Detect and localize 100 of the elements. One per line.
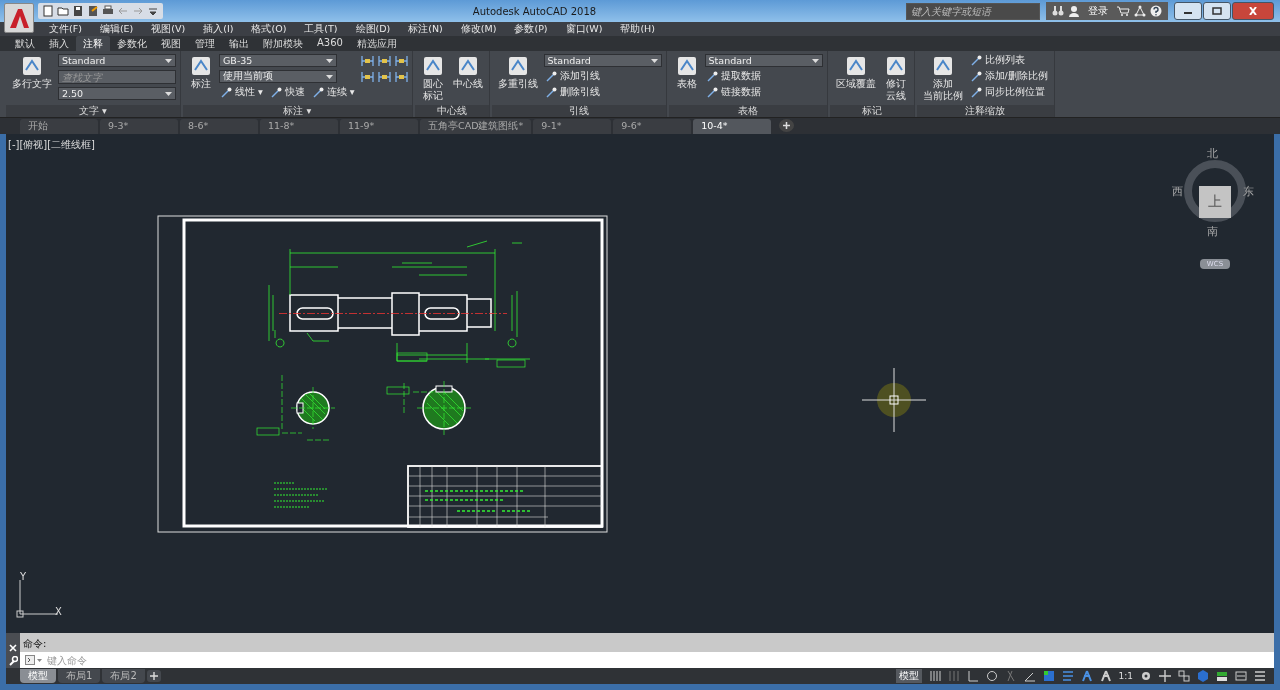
close-icon[interactable] [9,644,17,652]
dimension-tool-icon[interactable] [394,54,408,67]
model-space-button[interactable]: 模型 [895,669,922,683]
clean-screen-icon[interactable] [1235,670,1247,682]
folder-icon[interactable] [57,5,69,17]
panel-title[interactable]: 表格 [668,105,827,117]
layout-tab[interactable]: 布局1 [58,669,101,683]
new-file-icon[interactable] [42,5,54,17]
new-layout-button[interactable] [146,670,161,682]
panel-title[interactable]: 标注 ▾ [183,105,412,117]
triangle-network-icon[interactable] [1134,5,1146,17]
document-tab[interactable]: 9-6* [613,119,692,134]
close-button[interactable] [1232,2,1274,20]
layers-icon[interactable] [1216,670,1228,682]
dimension-tool-icon[interactable] [377,54,391,67]
ribbon-tool-button[interactable]: 连续 ▾ [310,86,357,99]
lineweight-icon[interactable] [1061,670,1074,682]
command-input[interactable]: 键入命令 [47,652,1274,668]
isolate-objects-icon[interactable] [1178,670,1190,682]
command-prompt-icon[interactable] [20,652,47,668]
layout-tab[interactable]: 布局2 [102,669,145,683]
user-icon[interactable] [1068,5,1080,17]
menu-item[interactable]: 帮助(H) [611,22,664,36]
dimension-tool-icon[interactable] [394,70,408,83]
print-icon[interactable] [102,5,114,17]
ribbon-tab[interactable]: 注释 [76,36,110,51]
ribbon-tab[interactable]: 视图 [154,36,188,51]
app-menu-button[interactable] [4,3,34,33]
dimension-tool-icon[interactable] [377,70,391,83]
menu-item[interactable]: 绘图(D) [346,22,400,36]
ribbon-tab[interactable]: 参数化 [110,36,154,51]
document-tab[interactable]: 11-8* [260,119,338,134]
document-tab[interactable]: 10-4* [693,119,772,134]
save-icon[interactable] [72,5,84,17]
style-dropdown[interactable]: Standard [704,54,823,67]
annotation-scale-dropdown[interactable]: 1:1 [1118,671,1133,681]
ribbon-tab[interactable]: A360 [310,36,350,51]
document-tab[interactable]: 11-9* [340,119,418,134]
document-tab[interactable]: 开始 [20,119,98,134]
object-snap-icon[interactable] [1042,670,1055,682]
ribbon-large-button[interactable]: 区域覆盖 [833,54,878,90]
ribbon-large-button[interactable]: 中心线 [450,54,485,90]
minimize-button[interactable] [1174,2,1202,20]
style-dropdown[interactable]: GB-35 [219,54,337,67]
ribbon-large-button[interactable]: 修订 云线 [881,54,910,102]
ribbon-tool-button[interactable]: 比例列表 [968,54,1050,67]
compass-west-label[interactable]: 西 [1172,184,1183,199]
hardware-acceleration-icon[interactable] [1197,670,1209,682]
ribbon-large-button[interactable]: 添加 当前比例 [920,54,965,102]
style-dropdown[interactable]: Standard [58,54,176,67]
cart-icon[interactable] [1116,5,1130,17]
viewport-label[interactable]: [-][俯视][二维线框] [8,138,96,152]
ribbon-tool-button[interactable]: 添加引线 [543,70,662,83]
ribbon-large-button[interactable]: 标注 [187,54,215,90]
new-tab-button[interactable] [779,119,795,132]
panel-title[interactable]: 标记 [829,105,914,117]
ribbon-tab[interactable]: 输出 [222,36,256,51]
ribbon-tool-button[interactable]: 提取数据 [704,70,823,83]
menu-item[interactable]: 插入(I) [194,22,243,36]
annotation-visibility-icon[interactable] [1080,670,1093,682]
panel-title[interactable]: 注释缩放 [916,105,1054,117]
wrench-icon[interactable] [8,656,18,666]
panel-title[interactable]: 中心线 [414,105,489,117]
ribbon-tool-button[interactable]: 链接数据 [704,86,823,99]
grid-icon[interactable] [928,670,941,682]
ribbon-tab[interactable]: 精选应用 [349,36,404,51]
style-dropdown[interactable]: Standard [543,54,662,67]
ribbon-tool-button[interactable]: 同步比例位置 [968,86,1050,99]
viewcube-face[interactable]: 上 [1199,186,1231,218]
menu-icon[interactable] [1254,670,1266,682]
document-tab[interactable]: 9-1* [533,119,612,134]
ribbon-large-button[interactable]: 多重引线 [495,54,540,90]
maximize-button[interactable] [1203,2,1231,20]
document-tab[interactable]: 五角亭CAD建筑图纸* [420,119,532,134]
dimension-tool-icon[interactable] [360,54,374,67]
save-as-icon[interactable] [87,5,99,17]
angle-icon[interactable] [1023,670,1036,682]
panel-title[interactable]: 引线 [491,105,666,117]
search-field[interactable]: 键入关键字或短语 [906,2,1040,20]
panel-title[interactable]: 文字 ▾ [6,105,180,117]
document-tab[interactable]: 9-3* [100,119,178,134]
ribbon-tab[interactable]: 默认 [8,36,42,51]
compass-north-label[interactable]: 北 [1207,146,1218,161]
menu-item[interactable]: 参数(P) [505,22,557,36]
help-icon[interactable] [1150,5,1162,17]
polar-tracking-icon[interactable] [985,670,998,682]
menu-item[interactable]: 修改(M) [451,22,506,36]
dropdown-icon[interactable] [147,5,159,17]
orthogonal-icon[interactable] [966,670,979,682]
menu-item[interactable]: 编辑(E) [90,22,143,36]
menu-item[interactable]: 窗口(W) [556,22,612,36]
dimension-tool-icon[interactable] [360,70,374,83]
ribbon-large-button[interactable]: 圆心 标记 [418,54,447,102]
ribbon-tool-button[interactable]: 快速 [268,86,307,99]
plus-icon[interactable] [1159,670,1171,682]
style-dropdown[interactable]: 2.50 [58,87,176,100]
menu-item[interactable]: 格式(O) [242,22,296,36]
ribbon-tab[interactable]: 管理 [188,36,222,51]
document-tab[interactable]: 8-6* [180,119,258,134]
gear-icon[interactable] [1140,670,1152,682]
